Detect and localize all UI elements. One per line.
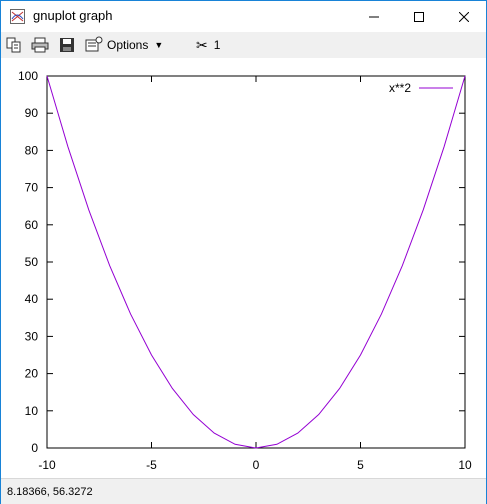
y-tick-label: 20 (25, 367, 39, 381)
minimize-icon (368, 16, 379, 17)
options-menu-button[interactable]: Options ▼ (85, 35, 163, 55)
gnuplot-window: gnuplot graph Options ▼ ✂ 1 0 10 20 30 4… (0, 0, 487, 504)
plot-frame (46, 75, 466, 449)
maximize-icon (413, 11, 424, 22)
options-label: Options (107, 38, 149, 52)
x-tick-label: -10 (38, 458, 56, 472)
title-bar[interactable]: gnuplot graph (1, 1, 486, 32)
gnuplot-app-icon (10, 9, 25, 24)
scissors-button[interactable]: ✂ 1 (196, 35, 220, 55)
legend-label: x**2 (389, 81, 411, 95)
save-icon[interactable] (58, 36, 76, 54)
minimize-button[interactable] (351, 1, 396, 32)
scissors-icon: ✂ (196, 36, 208, 53)
scissors-count: 1 (213, 38, 221, 52)
x-tick-label: -5 (146, 458, 157, 472)
y-tick-label: 0 (31, 441, 38, 455)
window-title: gnuplot graph (33, 8, 113, 23)
x-tick-label: 10 (458, 458, 472, 472)
y-tick-label: 60 (25, 218, 39, 232)
close-icon (458, 11, 469, 22)
print-icon[interactable] (31, 36, 49, 54)
toolbar: Options ▼ ✂ 1 (1, 32, 486, 58)
x-tick-label: 0 (253, 458, 260, 472)
y-tick-label: 50 (25, 255, 39, 269)
series-line (46, 75, 466, 449)
status-bar: 8.18366, 56.3272 (1, 478, 486, 504)
cursor-coordinates: 8.18366, 56.3272 (7, 486, 93, 498)
copy-icon[interactable] (5, 36, 23, 54)
y-tick-label: 100 (18, 69, 38, 83)
y-tick-label: 30 (25, 329, 39, 343)
y-tick-label: 70 (25, 181, 39, 195)
y-tick-label: 40 (25, 292, 39, 306)
chart-svg: 0 10 20 30 40 50 60 70 80 90 100 -10 -5 0 5 10 x**2 (18, 69, 472, 472)
plot-area[interactable]: 0 10 20 30 40 50 60 70 80 90 100 -10 -5 0 5 10 x**2 (1, 58, 486, 478)
y-tick-label: 90 (25, 106, 39, 120)
close-button[interactable] (441, 1, 486, 32)
y-tick-label: 10 (25, 404, 39, 418)
chevron-down-icon: ▼ (154, 40, 164, 50)
y-tick-label: 80 (25, 143, 39, 157)
x-tick-label: 5 (357, 458, 364, 472)
maximize-button[interactable] (396, 1, 441, 32)
options-icon (85, 36, 103, 52)
